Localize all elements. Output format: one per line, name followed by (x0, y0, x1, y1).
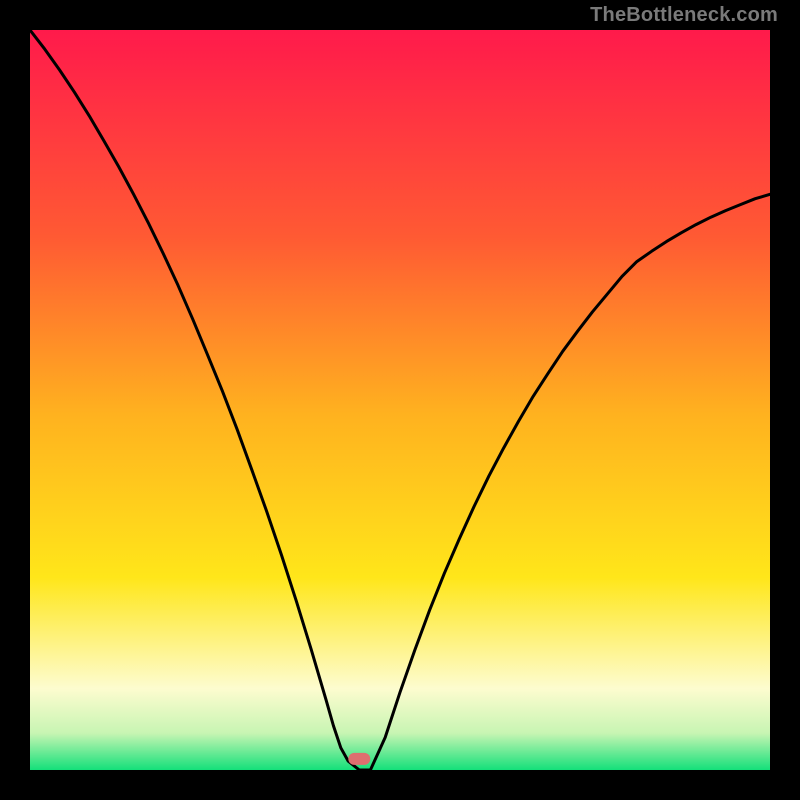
gradient-background (30, 30, 770, 770)
chart-area (30, 30, 770, 770)
chart-svg (30, 30, 770, 770)
watermark-text: TheBottleneck.com (590, 4, 778, 27)
optimal-point-marker (348, 753, 370, 765)
outer-frame: TheBottleneck.com (0, 0, 800, 800)
